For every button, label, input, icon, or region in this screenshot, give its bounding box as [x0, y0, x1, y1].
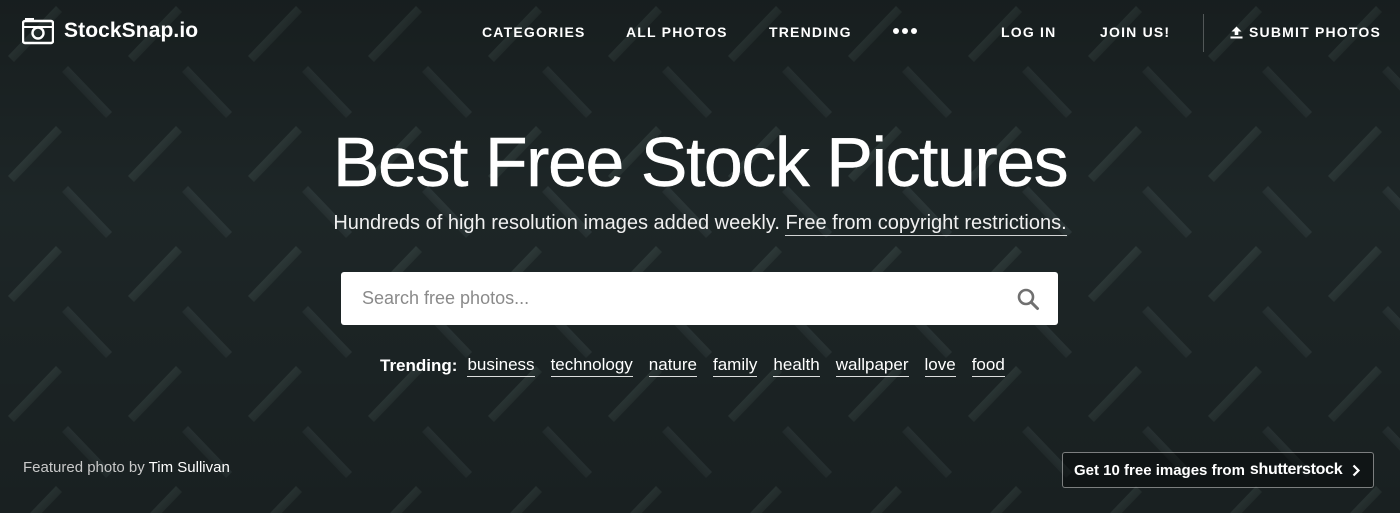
- trending-tag[interactable]: family: [713, 355, 758, 377]
- search-bar: [341, 272, 1058, 325]
- photo-credit-prefix: Featured photo by: [23, 459, 145, 476]
- page-title: Best Free Stock Pictures: [332, 123, 1069, 201]
- top-nav: StockSnap.io CATEGORIES ALL PHOTOS TREND…: [0, 0, 1400, 66]
- promo-text: Get 10 free images from: [1074, 461, 1245, 479]
- nav-trending[interactable]: TRENDING: [769, 24, 852, 40]
- nav-divider: [1203, 14, 1204, 52]
- trending-tag[interactable]: wallpaper: [835, 355, 909, 377]
- search-button[interactable]: [998, 272, 1058, 325]
- copyright-link[interactable]: Free from copyright restrictions.: [785, 212, 1067, 236]
- logo-text: StockSnap.io: [64, 19, 199, 42]
- photo-credit: Featured photo by Tim Sullivan: [23, 459, 230, 476]
- trending-tag[interactable]: love: [924, 355, 956, 377]
- camera-icon: [22, 18, 54, 45]
- trending-tag[interactable]: nature: [648, 355, 697, 377]
- hero-overlay: [0, 0, 1400, 513]
- shutterstock-promo-button[interactable]: Get 10 free images from shutterstock: [1062, 452, 1374, 488]
- more-dots-icon[interactable]: [893, 28, 917, 34]
- hero-background: [0, 0, 1400, 513]
- trending-tag[interactable]: food: [971, 355, 1005, 377]
- search-input[interactable]: [341, 272, 998, 325]
- trending-tags: Trending: business technology nature fam…: [380, 355, 1021, 377]
- chevron-right-icon: [1352, 464, 1361, 477]
- trending-tag[interactable]: business: [467, 355, 535, 377]
- logo[interactable]: StockSnap.io: [22, 17, 198, 45]
- promo-brand: shutterstock: [1249, 461, 1343, 478]
- hero-subline: Hundreds of high resolution images added…: [0, 212, 1400, 236]
- photo-credit-author[interactable]: Tim Sullivan: [149, 459, 230, 476]
- nav-all-photos[interactable]: ALL PHOTOS: [626, 24, 728, 40]
- nav-join[interactable]: JOIN US!: [1100, 24, 1170, 40]
- trending-tag[interactable]: technology: [550, 355, 633, 377]
- search-icon: [1017, 288, 1039, 310]
- nav-categories[interactable]: CATEGORIES: [482, 24, 586, 40]
- trending-tag[interactable]: health: [773, 355, 820, 377]
- trending-label: Trending:: [380, 356, 458, 375]
- upload-icon: [1230, 26, 1243, 38]
- submit-photos-button[interactable]: SUBMIT PHOTOS: [1230, 24, 1381, 40]
- nav-log-in[interactable]: LOG IN: [1001, 24, 1056, 40]
- submit-photos-label: SUBMIT PHOTOS: [1249, 24, 1382, 40]
- hero-subline-text: Hundreds of high resolution images added…: [333, 212, 780, 234]
